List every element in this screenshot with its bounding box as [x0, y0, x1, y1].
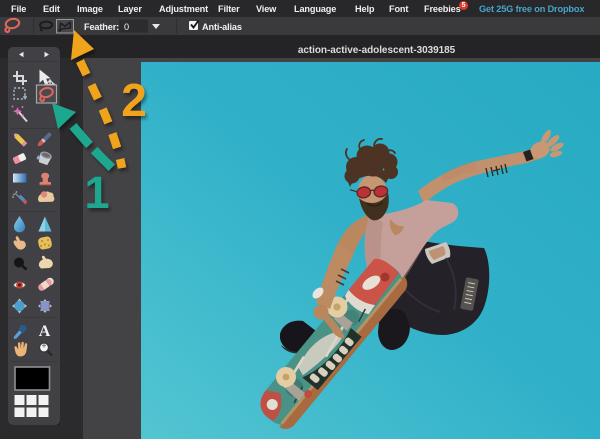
svg-text:A: A [39, 323, 51, 340]
